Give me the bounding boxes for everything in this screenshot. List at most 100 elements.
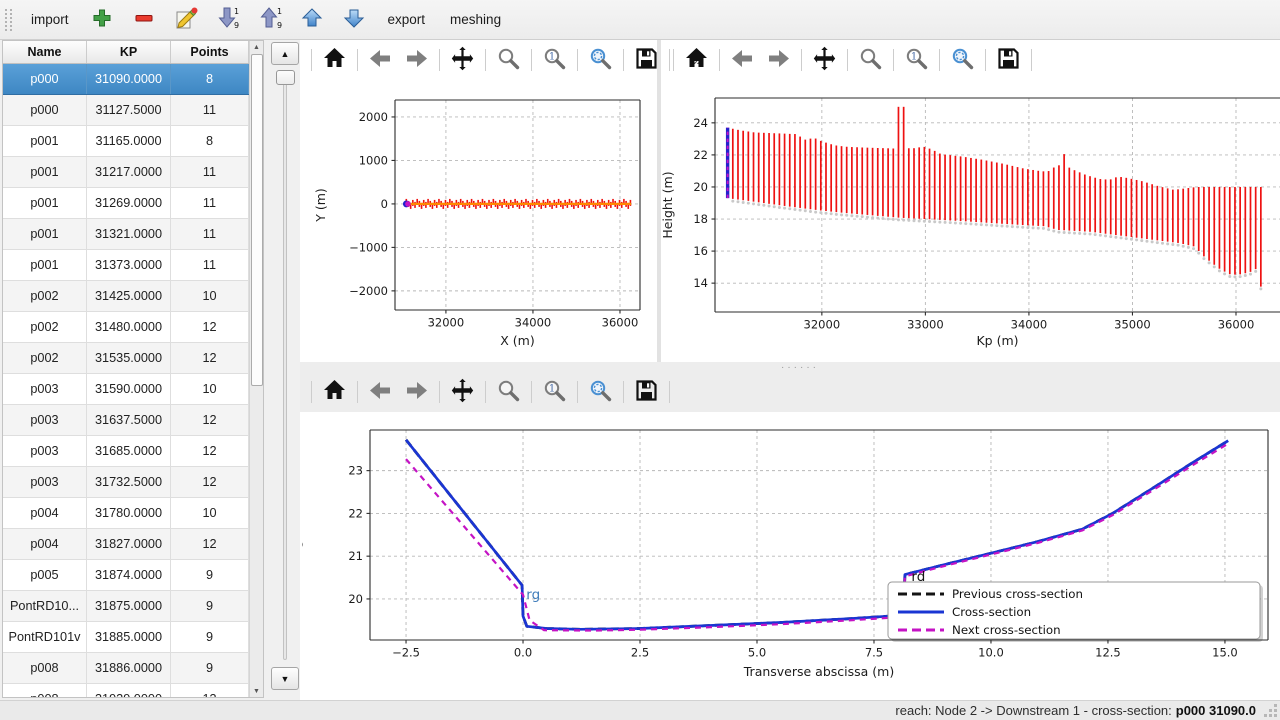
save-button[interactable]: [633, 47, 660, 74]
table-cell: 31090.0000: [87, 64, 171, 94]
sort-descending-button[interactable]: 19: [215, 6, 242, 33]
horizontal-splitter[interactable]: ······: [755, 362, 845, 373]
pan-button[interactable]: [449, 379, 476, 406]
table-cell: 31685.0000: [87, 436, 171, 466]
remove-section-button[interactable]: [131, 6, 158, 33]
zoom-fit-button[interactable]: [587, 47, 614, 74]
table-row[interactable]: PontRD10...31875.00009: [3, 591, 249, 622]
toolbar-separator: [531, 49, 532, 71]
scroll-down-icon[interactable]: ▼: [250, 685, 263, 697]
import-button[interactable]: import: [26, 10, 74, 29]
table-row[interactable]: p00131321.000011: [3, 219, 249, 250]
table-row[interactable]: p00031127.500011: [3, 95, 249, 126]
export-button[interactable]: export: [383, 10, 431, 29]
zoom-fit-button[interactable]: [949, 47, 976, 74]
plan-view-canvas[interactable]: 320003400036000−2000−1000010002000X (m)Y…: [300, 80, 658, 362]
add-section-button[interactable]: [89, 6, 116, 33]
forward-icon: [404, 46, 429, 74]
cross-section-canvas[interactable]: rgrdPrevious cross-sectionCross-sectionN…: [302, 412, 1280, 700]
previous-section-button[interactable]: ▲: [271, 42, 299, 65]
table-cell: 10: [171, 374, 249, 404]
home-button[interactable]: [683, 47, 710, 74]
home-button[interactable]: [321, 47, 348, 74]
meshing-button[interactable]: meshing: [445, 10, 506, 29]
section-slider-handle[interactable]: [276, 70, 295, 85]
column-header-kp[interactable]: KP: [87, 41, 171, 63]
svg-text:34000: 34000: [515, 316, 552, 330]
sort-ascending-button[interactable]: 19: [257, 6, 284, 33]
table-row[interactable]: p00131217.000011: [3, 157, 249, 188]
home-button[interactable]: [321, 379, 348, 406]
table-scrollbar[interactable]: ▲ ▼: [249, 41, 263, 697]
forward-button[interactable]: [765, 47, 792, 74]
next-section-button[interactable]: ▼: [271, 667, 299, 690]
table-row[interactable]: p00431827.000012: [3, 529, 249, 560]
table-row[interactable]: p00331732.500012: [3, 467, 249, 498]
svg-text:7.5: 7.5: [865, 646, 883, 660]
table-row[interactable]: p00231535.000012: [3, 343, 249, 374]
longitudinal-profile-canvas[interactable]: 3200033000340003500036000141618202224Kp …: [662, 80, 1280, 362]
table-scrollbar-thumb[interactable]: [251, 54, 263, 386]
table-cell: 9: [171, 653, 249, 683]
table-row[interactable]: p00331590.000010: [3, 374, 249, 405]
back-button[interactable]: [729, 47, 756, 74]
table-cell: 12: [171, 467, 249, 497]
table-cell: 31732.5000: [87, 467, 171, 497]
save-button[interactable]: [633, 379, 660, 406]
toolbar-separator: [485, 381, 486, 403]
back-button[interactable]: [367, 47, 394, 74]
zoom-one-icon: 1: [904, 46, 929, 74]
toolbar-separator: [669, 49, 670, 71]
toolbar-separator: [939, 49, 940, 71]
svg-text:34000: 34000: [1011, 318, 1048, 332]
toolbar-separator: [669, 381, 670, 403]
back-button[interactable]: [367, 379, 394, 406]
table-row[interactable]: p00431780.000010: [3, 498, 249, 529]
forward-button[interactable]: [403, 47, 430, 74]
move-up-button[interactable]: [299, 6, 326, 33]
svg-text:1: 1: [277, 7, 282, 16]
scroll-up-icon[interactable]: ▲: [250, 41, 263, 53]
zoom-button[interactable]: [495, 379, 522, 406]
table-cell: p000: [3, 95, 87, 125]
table-cell: p003: [3, 374, 87, 404]
table-row[interactable]: p00531874.00009: [3, 560, 249, 591]
forward-button[interactable]: [403, 379, 430, 406]
table-cell: p001: [3, 157, 87, 187]
column-header-name[interactable]: Name: [3, 41, 87, 63]
pan-button[interactable]: [811, 47, 838, 74]
move-down-button[interactable]: [341, 6, 368, 33]
toolbar-separator: [623, 381, 624, 403]
table-cell: p001: [3, 219, 87, 249]
back-icon: [368, 46, 393, 74]
section-slider-track[interactable]: [283, 72, 287, 660]
edit-section-button[interactable]: [173, 6, 200, 33]
table-cell: 31886.0000: [87, 653, 171, 683]
table-row[interactable]: PontRD101v31885.00009: [3, 622, 249, 653]
table-cell: 12: [171, 529, 249, 559]
pan-button[interactable]: [449, 47, 476, 74]
resize-grip-icon[interactable]: [1274, 714, 1277, 717]
main-toolbar: import 19 19 export meshing: [0, 0, 1280, 40]
table-row[interactable]: p00231425.000010: [3, 281, 249, 312]
table-row[interactable]: p00231480.000012: [3, 312, 249, 343]
table-row[interactable]: p00131165.00008: [3, 126, 249, 157]
table-row[interactable]: p00331637.500012: [3, 405, 249, 436]
table-row[interactable]: p00331685.000012: [3, 436, 249, 467]
table-row[interactable]: p00131373.000011: [3, 250, 249, 281]
table-row[interactable]: p00131269.000011: [3, 188, 249, 219]
zoom-one-button[interactable]: 1: [541, 47, 568, 74]
zoom-button[interactable]: [857, 47, 884, 74]
table-row[interactable]: p00831929.000013: [3, 684, 249, 698]
table-row[interactable]: p00031090.00008: [3, 64, 249, 95]
save-button[interactable]: [995, 47, 1022, 74]
zoom-one-button[interactable]: 1: [903, 47, 930, 74]
column-header-points[interactable]: Points: [171, 41, 249, 63]
toolbar-drag-handle-icon[interactable]: [5, 9, 12, 31]
zoom-button[interactable]: [495, 47, 522, 74]
zoom-one-icon: 1: [542, 46, 567, 74]
table-row[interactable]: p00831886.00009: [3, 653, 249, 684]
zoom-fit-button[interactable]: [587, 379, 614, 406]
table-cell: p000: [3, 64, 87, 94]
zoom-one-button[interactable]: 1: [541, 379, 568, 406]
